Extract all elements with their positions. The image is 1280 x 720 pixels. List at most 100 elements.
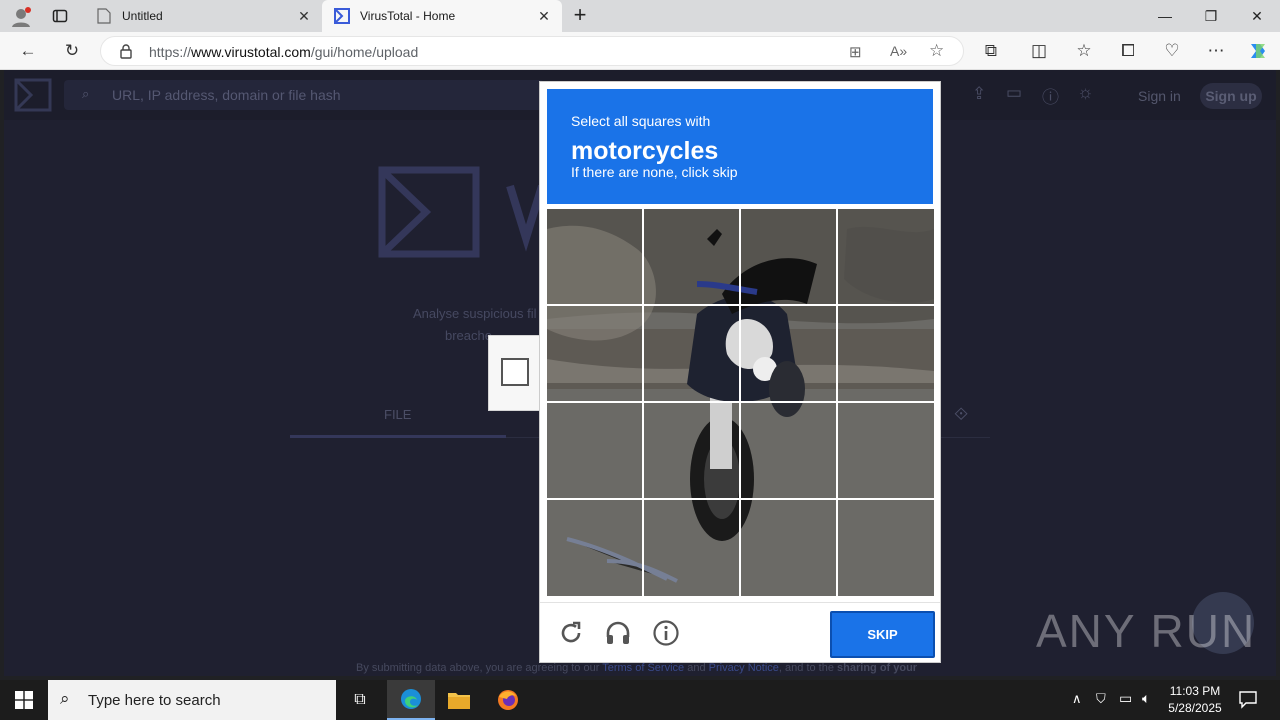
collections-icon[interactable]: ⧠ (1115, 38, 1141, 64)
read-aloud-icon[interactable]: A» (890, 43, 907, 59)
grid-tile-6[interactable] (644, 306, 739, 401)
tab-file[interactable]: FILE (384, 407, 411, 422)
grid-tile-11[interactable] (741, 403, 836, 498)
vt-search-bar[interactable]: ⌕ URL, IP address, domain or file hash (64, 80, 544, 110)
captcha-footer: SKIP (540, 602, 940, 662)
url-prefix: https:// (149, 44, 192, 60)
split-screen-icon[interactable]: ◫ (1026, 38, 1052, 64)
clock-date: 5/28/2025 (1168, 701, 1222, 715)
terms-link[interactable]: Terms of Service (602, 662, 684, 674)
grid-tile-3[interactable] (741, 209, 836, 304)
sign-in-link[interactable]: Sign in (1138, 88, 1181, 104)
copilot-icon[interactable] (1245, 38, 1271, 64)
browser-essentials-icon[interactable]: ♡ (1159, 38, 1185, 64)
grid-tile-16[interactable] (838, 500, 933, 595)
taskbar-search-input[interactable]: Type here to search (88, 692, 221, 709)
captcha-instruction: Select all squares with (571, 113, 711, 129)
tab-virustotal[interactable]: VirusTotal - Home ✕ (322, 0, 562, 32)
vt-search-input[interactable]: URL, IP address, domain or file hash (112, 87, 341, 103)
restore-icon[interactable]: ❐ (1188, 0, 1234, 32)
privacy-link[interactable]: Privacy Notice (709, 662, 779, 674)
virustotal-logo-icon[interactable] (14, 78, 52, 112)
grid-tile-12[interactable] (838, 403, 933, 498)
close-window-icon[interactable]: ✕ (1234, 0, 1280, 32)
grid-tile-15[interactable] (741, 500, 836, 595)
refresh-icon[interactable]: ↻ (59, 38, 85, 64)
captcha-challenge: Select all squares with motorcycles If t… (539, 81, 941, 663)
file-explorer-icon[interactable] (435, 680, 483, 720)
url-domain: www.virustotal.com (191, 44, 311, 60)
tab-actions-icon[interactable] (52, 8, 68, 24)
volume-icon[interactable]: 🔈︎ (1142, 690, 1150, 707)
windows-start-icon[interactable] (0, 680, 48, 720)
theme-toggle-icon[interactable]: ☼ (1077, 82, 1094, 103)
url-path: /gui/home/upload (310, 44, 419, 60)
lock-icon[interactable] (119, 43, 133, 59)
terms-notice: By submitting data above, you are agreei… (356, 662, 917, 674)
reload-icon[interactable] (557, 619, 585, 647)
captcha-skip-hint: If there are none, click skip (571, 164, 738, 180)
terms-text-post: , and to the (778, 662, 838, 674)
upload-icon[interactable]: ⇪ (972, 84, 986, 104)
system-clock[interactable]: 11:03 PM 5/28/2025 (1164, 683, 1226, 717)
search-tab-icon[interactable]: ⟐ (954, 404, 968, 425)
grid-tile-9[interactable] (547, 403, 642, 498)
address-bar[interactable]: https://www.virustotal.com/gui/home/uplo… (100, 36, 964, 66)
defender-icon[interactable]: ⛉ (1096, 691, 1106, 707)
tab-title: Untitled (122, 9, 163, 23)
active-tab-indicator (290, 435, 506, 438)
captcha-image-grid (547, 209, 934, 596)
grid-tile-8[interactable] (838, 306, 933, 401)
grid-tile-13[interactable] (547, 500, 642, 595)
search-icon: ⌕ (82, 86, 90, 101)
browser-tab-bar: Untitled ✕ VirusTotal - Home ✕ + — ❐ ✕ (0, 0, 1280, 32)
extensions-icon[interactable]: ⧉ (978, 38, 1004, 64)
minimize-icon[interactable]: — (1142, 0, 1188, 32)
favorites-icon[interactable]: ☆ (1071, 38, 1097, 64)
browser-toolbar: ← ↻ https://www.virustotal.com/gui/home/… (0, 32, 1280, 70)
skip-button[interactable]: SKIP (830, 611, 935, 658)
captcha-checkbox[interactable] (501, 358, 529, 386)
captcha-checkbox-widget (488, 335, 540, 411)
info-icon[interactable] (652, 619, 680, 647)
grid-tile-4[interactable] (838, 209, 933, 304)
terms-text: By submitting data above, you are agreei… (356, 662, 603, 674)
grid-tile-7[interactable] (741, 306, 836, 401)
terms-text-and: and (684, 662, 709, 674)
tab-title: VirusTotal - Home (360, 9, 456, 23)
grid-tile-5[interactable] (547, 306, 642, 401)
page-icon (96, 8, 112, 24)
app-available-icon[interactable]: ⊞ (849, 43, 862, 61)
audio-challenge-icon[interactable] (604, 619, 632, 647)
new-tab-button[interactable]: + (568, 3, 592, 27)
tagline-line-1: Analyse suspicious fil (413, 306, 537, 321)
favorite-star-icon[interactable]: ☆ (929, 41, 944, 61)
tagline-line-2: breache (445, 328, 492, 343)
more-menu-icon[interactable]: ⋯ (1203, 38, 1229, 64)
tab-untitled[interactable]: Untitled ✕ (84, 0, 322, 32)
search-icon: ⌕ (60, 689, 70, 708)
grid-tile-1[interactable] (547, 209, 642, 304)
grid-tile-14[interactable] (644, 500, 739, 595)
show-hidden-icons-icon[interactable]: ∧ (1072, 691, 1082, 707)
firefox-icon[interactable] (484, 680, 532, 720)
back-icon[interactable]: ← (15, 38, 41, 64)
notifications-icon[interactable] (1238, 689, 1258, 709)
captcha-prompt: Select all squares with motorcycles If t… (547, 89, 933, 204)
help-icon[interactable]: ⓘ (1042, 83, 1059, 108)
windows-taskbar: ⌕ Type here to search ⧉ ∧ ⛉ ▭ 🔈︎ 11:03 P… (0, 680, 1280, 720)
profile-icon[interactable] (10, 6, 32, 28)
sign-up-button[interactable]: Sign up (1200, 83, 1262, 109)
url-text: https://www.virustotal.com/gui/home/uplo… (149, 44, 418, 60)
grid-tile-2[interactable] (644, 209, 739, 304)
notifications-icon[interactable]: ▭ (1006, 83, 1022, 103)
taskbar-search[interactable]: ⌕ Type here to search (48, 680, 336, 720)
captcha-target-word: motorcycles (571, 137, 719, 165)
edge-taskbar-icon[interactable] (387, 680, 435, 720)
task-view-icon[interactable]: ⧉ (336, 680, 384, 720)
close-tab-icon[interactable]: ✕ (536, 8, 552, 24)
grid-tile-10[interactable] (644, 403, 739, 498)
sharing-text: sharing of your (837, 662, 918, 674)
close-tab-icon[interactable]: ✕ (296, 8, 312, 24)
network-icon[interactable]: ▭ (1119, 690, 1132, 707)
